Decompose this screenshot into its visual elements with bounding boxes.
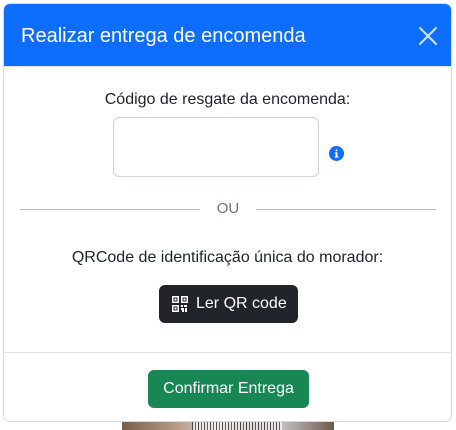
divider-line-right <box>256 209 436 210</box>
delivery-modal: Realizar entrega de encomenda Código de … <box>3 3 452 422</box>
modal-body: Código de resgate da encomenda: OU QRCod… <box>4 67 451 352</box>
pickup-code-input[interactable] <box>113 117 319 177</box>
read-qr-code-label: Ler QR code <box>196 295 287 312</box>
qr-code-label: QRCode de identificação única do morador… <box>71 249 384 266</box>
modal-title: Realizar entrega de encomenda <box>21 25 306 47</box>
info-button[interactable] <box>329 146 344 161</box>
barcode-graphic <box>192 422 282 430</box>
or-divider: OU <box>20 201 436 217</box>
close-button[interactable] <box>417 25 439 47</box>
close-icon <box>419 27 437 45</box>
confirm-delivery-button[interactable]: Confirmar Entrega <box>148 370 309 408</box>
modal-footer: Confirmar Entrega <box>4 352 451 421</box>
qr-code-icon <box>172 296 188 312</box>
info-icon <box>329 146 344 161</box>
modal-header: Realizar entrega de encomenda <box>4 4 451 67</box>
pickup-code-label: Código de resgate da encomenda: <box>104 91 351 108</box>
read-qr-code-button[interactable]: Ler QR code <box>159 285 298 323</box>
